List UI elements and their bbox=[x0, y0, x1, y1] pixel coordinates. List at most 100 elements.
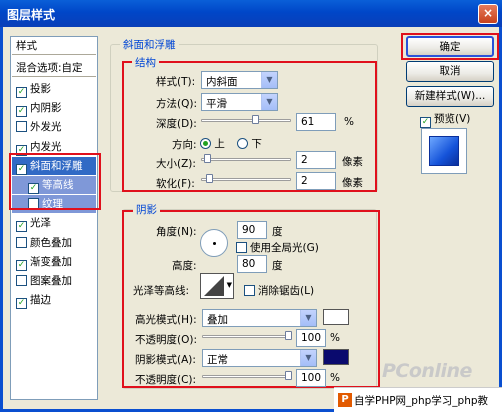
size-unit: 像素 bbox=[342, 156, 363, 168]
styles-header[interactable]: 样式 bbox=[12, 37, 96, 55]
checkbox-icon[interactable] bbox=[244, 285, 255, 296]
styles-list: 样式 混合选项:自定 ✓ 投影 ✓ 内阴影 外发光 ✓ 内发光 ✓ 斜面和浮雕 ✓ 等高线 纹理 ✓ 光泽… bbox=[10, 36, 98, 400]
footer-text: 自学PHP网_php学习_php教 bbox=[354, 395, 489, 407]
global-light-option[interactable]: 使用全局光(G) bbox=[236, 240, 319, 255]
soften-slider[interactable] bbox=[201, 174, 291, 183]
checkbox-checked-icon[interactable]: ✓ bbox=[16, 259, 27, 271]
checkbox-checked-icon[interactable]: ✓ bbox=[420, 117, 431, 128]
site-logo-icon: P bbox=[338, 393, 352, 407]
style-item[interactable]: 外发光 bbox=[12, 118, 96, 136]
checkbox-icon[interactable] bbox=[236, 242, 247, 253]
direction-down-option[interactable]: 下 bbox=[237, 136, 262, 151]
style-item[interactable]: ✓ 内阴影 bbox=[12, 99, 96, 118]
contour-curve-icon bbox=[204, 276, 224, 296]
cancel-button[interactable]: 取消 bbox=[406, 61, 494, 82]
depth-unit: % bbox=[344, 116, 354, 128]
close-icon: × bbox=[482, 6, 494, 20]
preview-swatch-icon bbox=[429, 136, 459, 166]
soften-slider-thumb[interactable] bbox=[206, 174, 214, 183]
antialias-label: 消除锯齿(L) bbox=[258, 285, 315, 297]
chevron-down-icon: ▼ bbox=[226, 281, 232, 289]
highlight-mode-label: 高光模式(H): bbox=[135, 314, 197, 326]
shadow-opacity-thumb[interactable] bbox=[285, 371, 292, 380]
preview-option[interactable]: ✓ 预览(V) bbox=[420, 111, 470, 128]
style-item-label: 光泽 bbox=[30, 217, 51, 230]
radio-selected-icon[interactable] bbox=[200, 138, 211, 149]
checkbox-checked-icon[interactable]: ✓ bbox=[16, 221, 27, 233]
blend-options-item[interactable]: 混合选项:自定 bbox=[12, 59, 96, 77]
altitude-input[interactable]: 80 bbox=[237, 255, 267, 273]
shadow-mode-label: 阴影模式(A): bbox=[135, 354, 196, 366]
highlight-mode-select[interactable]: 叠加 ▼ bbox=[202, 309, 317, 327]
highlight-opacity-unit: % bbox=[330, 332, 340, 344]
size-input[interactable]: 2 bbox=[296, 151, 336, 169]
radio-icon[interactable] bbox=[237, 138, 248, 149]
depth-slider-thumb[interactable] bbox=[252, 115, 260, 124]
highlight-opacity-input[interactable]: 100 bbox=[296, 329, 326, 347]
method-label: 方法(Q): bbox=[156, 98, 197, 110]
new-style-button[interactable]: 新建样式(W)... bbox=[406, 86, 494, 107]
shadow-mode-select[interactable]: 正常 ▼ bbox=[202, 349, 317, 367]
style-label: 样式(T): bbox=[156, 76, 196, 88]
site-footer-banner: P 自学PHP网_php学习_php教 bbox=[334, 387, 502, 412]
direction-down-label: 下 bbox=[251, 138, 262, 150]
style-item[interactable]: 颜色叠加 bbox=[12, 234, 96, 252]
window-title: 图层样式 bbox=[7, 8, 56, 22]
highlight-opacity-thumb[interactable] bbox=[285, 331, 292, 340]
style-item-label: 描边 bbox=[30, 294, 51, 307]
style-item[interactable]: 图案叠加 bbox=[12, 272, 96, 290]
checkbox-checked-icon[interactable]: ✓ bbox=[16, 87, 27, 98]
highlight-opacity-label: 不透明度(O): bbox=[135, 334, 197, 346]
style-item-label: 内阴影 bbox=[30, 102, 62, 115]
angle-input[interactable]: 90 bbox=[237, 221, 267, 239]
window-titlebar[interactable]: 图层样式 × bbox=[0, 0, 502, 27]
shadow-color-swatch[interactable] bbox=[323, 349, 349, 365]
style-item-label: 图案叠加 bbox=[30, 275, 72, 287]
soften-label: 软化(F): bbox=[156, 178, 195, 190]
size-slider-thumb[interactable] bbox=[203, 154, 211, 163]
checkbox-icon[interactable] bbox=[16, 121, 27, 133]
ok-frame bbox=[401, 33, 499, 60]
method-select-value: 平滑 bbox=[206, 98, 227, 110]
shadow-mode-value: 正常 bbox=[207, 354, 228, 366]
close-button[interactable]: × bbox=[478, 4, 498, 24]
direction-label: 方向: bbox=[172, 139, 197, 151]
style-item[interactable]: ✓ 投影 bbox=[12, 80, 96, 98]
watermark-logo: PConline bbox=[382, 360, 472, 382]
global-light-label: 使用全局光(G) bbox=[250, 242, 319, 254]
checkbox-checked-icon[interactable]: ✓ bbox=[16, 106, 27, 118]
altitude-label: 高度: bbox=[172, 260, 197, 272]
angle-label: 角度(N): bbox=[156, 226, 197, 238]
soften-input[interactable]: 2 bbox=[296, 172, 336, 190]
chevron-down-icon: ▼ bbox=[300, 310, 316, 326]
shadow-opacity-slider[interactable] bbox=[202, 371, 292, 380]
shading-title: 阴影 bbox=[133, 202, 160, 217]
preview-thumbnail bbox=[421, 128, 467, 174]
antialias-option[interactable]: 消除锯齿(L) bbox=[244, 283, 314, 298]
style-item[interactable]: ✓ 渐变叠加 bbox=[12, 253, 96, 271]
gloss-contour-picker[interactable]: ▼ bbox=[200, 273, 234, 299]
chevron-down-icon: ▼ bbox=[261, 94, 277, 110]
highlight-opacity-slider[interactable] bbox=[202, 331, 292, 340]
depth-input[interactable]: 61 bbox=[296, 113, 336, 131]
shadow-opacity-label: 不透明度(C): bbox=[135, 374, 197, 386]
structure-title: 结构 bbox=[132, 55, 159, 70]
style-item[interactable]: ✓ 光泽 bbox=[12, 214, 96, 233]
style-item-label: 投影 bbox=[30, 83, 51, 95]
checkbox-checked-icon[interactable]: ✓ bbox=[16, 298, 27, 310]
highlight-color-swatch[interactable] bbox=[323, 309, 349, 325]
highlight-mode-value: 叠加 bbox=[207, 314, 228, 326]
method-select[interactable]: 平滑 ▼ bbox=[201, 93, 278, 111]
checkbox-icon[interactable] bbox=[16, 275, 27, 286]
checkbox-icon[interactable] bbox=[16, 236, 27, 248]
style-select[interactable]: 内斜面 ▼ bbox=[201, 71, 278, 89]
style-item-label: 渐变叠加 bbox=[30, 255, 72, 268]
shadow-opacity-input[interactable]: 100 bbox=[296, 369, 326, 387]
size-label: 大小(Z): bbox=[156, 158, 196, 170]
angle-dial[interactable] bbox=[200, 229, 228, 257]
highlight-frame bbox=[9, 153, 101, 210]
style-item[interactable]: ✓ 描边 bbox=[12, 291, 96, 310]
depth-slider[interactable] bbox=[201, 115, 291, 124]
size-slider[interactable] bbox=[201, 154, 291, 163]
direction-up-option[interactable]: 上 bbox=[200, 136, 225, 151]
